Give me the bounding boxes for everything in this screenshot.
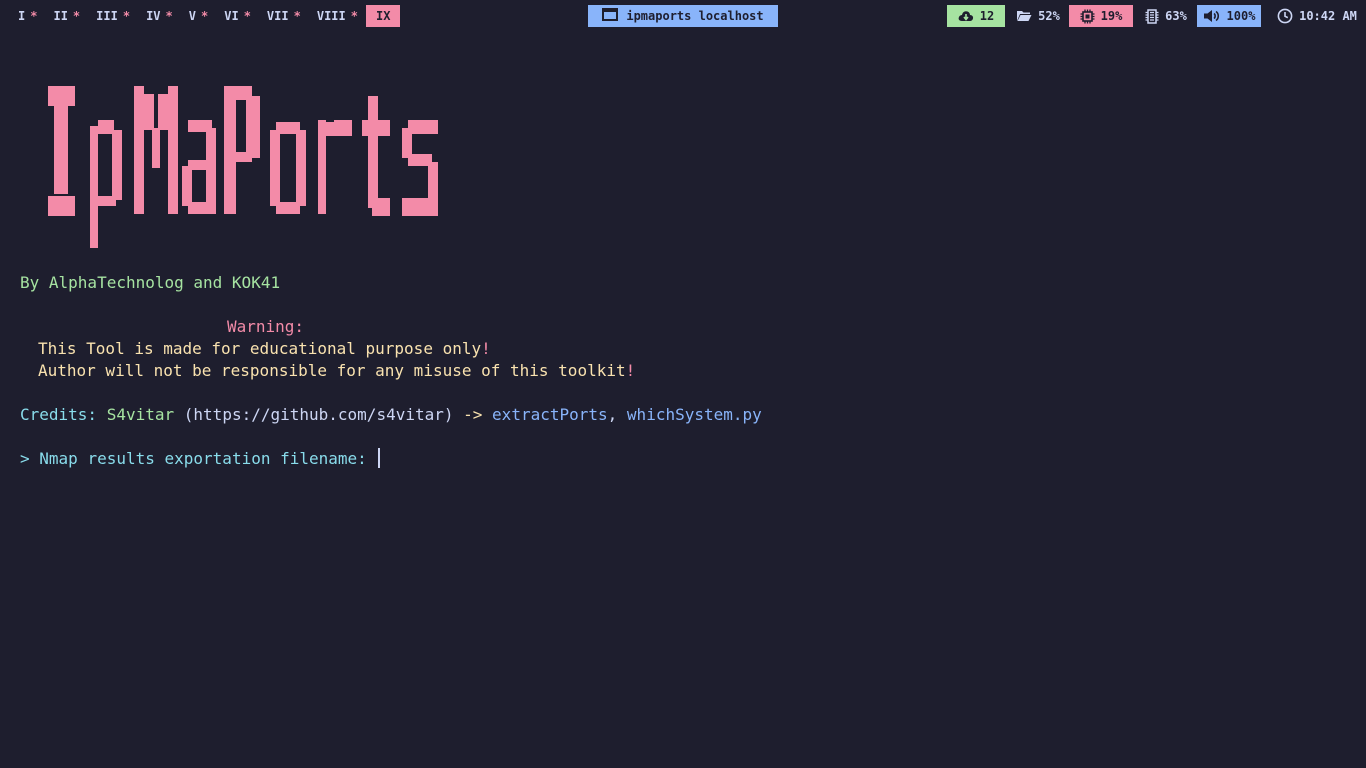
warning-line-1: This Tool is made for educational purpos…: [38, 338, 491, 360]
credits-separator: ,: [607, 405, 618, 424]
text-cursor: [378, 448, 381, 468]
filename-prompt[interactable]: > Nmap results exportation filename:: [20, 448, 381, 470]
exclamation-mark: !: [481, 339, 491, 358]
credits-tool-whichsystem: whichSystem.py: [626, 405, 762, 424]
ascii-banner: [48, 84, 448, 252]
terminal[interactable]: By AlphaTechnolog and KOK41 Warning: Thi…: [20, 0, 1350, 768]
credits-url[interactable]: (https://github.com/s4vitar): [184, 405, 454, 424]
credits-line: Credits: S4vitar (https://github.com/s4v…: [20, 404, 762, 426]
exclamation-mark: !: [625, 361, 636, 380]
credits-arrow: ->: [463, 405, 483, 424]
credits-label: Credits:: [20, 405, 98, 424]
credits-author: S4vitar: [106, 405, 175, 424]
byline: By AlphaTechnolog and KOK41: [20, 273, 281, 292]
warning-text-2: Author will not be responsible for any m…: [38, 361, 626, 380]
warning-label: Warning:: [227, 317, 305, 336]
warning-text-1: This Tool is made for educational purpos…: [38, 339, 482, 358]
warning-line-2: Author will not be responsible for any m…: [38, 360, 635, 382]
credits-tool-extractports: extractPorts: [492, 405, 608, 424]
prompt-text: Nmap results exportation filename:: [39, 449, 367, 468]
prompt-symbol: >: [20, 449, 30, 468]
